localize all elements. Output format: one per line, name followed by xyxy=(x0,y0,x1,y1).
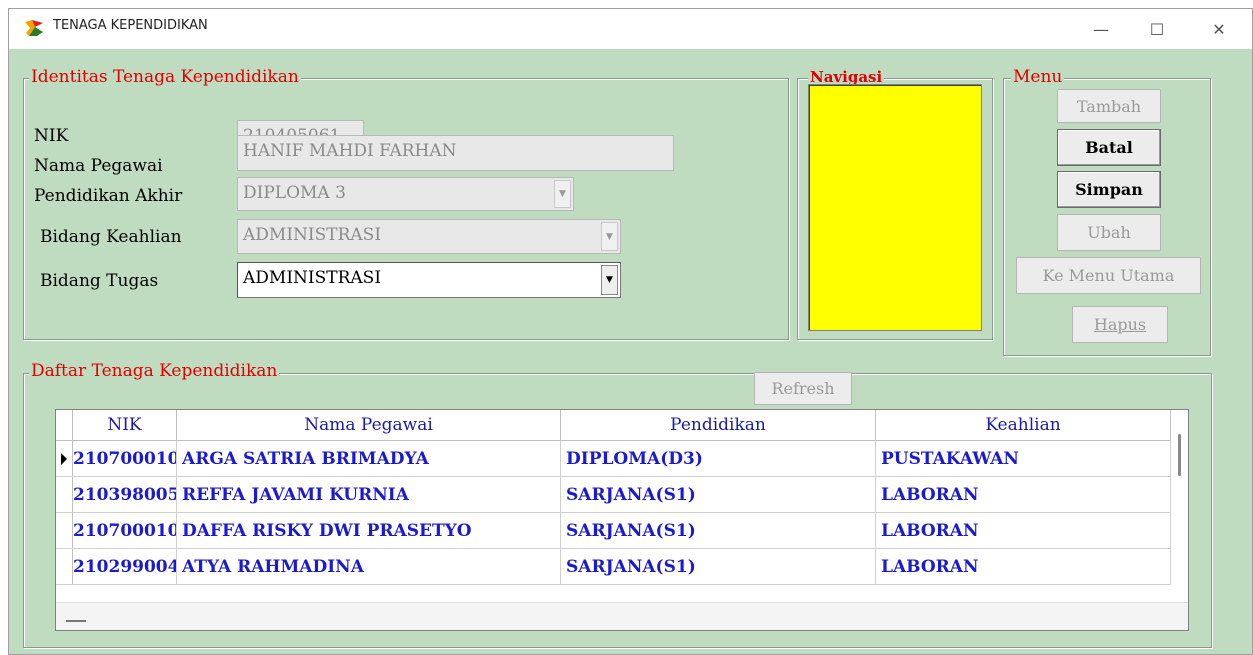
hapus-button[interactable]: Hapus xyxy=(1072,306,1168,343)
table-cell-keahlian[interactable]: LABORAN xyxy=(876,513,1171,549)
horizontal-scrollbar[interactable] xyxy=(56,602,1188,630)
chevron-down-icon[interactable]: ▼ xyxy=(601,222,618,251)
maximize-button[interactable]: ☐ xyxy=(1135,13,1179,45)
row-indicator[interactable] xyxy=(56,549,73,585)
column-header-keahlian[interactable]: Keahlian xyxy=(876,410,1171,441)
minimize-button[interactable]: — xyxy=(1079,13,1123,45)
ubah-button[interactable]: Ubah xyxy=(1057,214,1161,251)
pendidikan-akhir-select[interactable]: DIPLOMA 3 ▼ xyxy=(237,177,574,211)
table-cell-keahlian[interactable]: PUSTAKAWAN xyxy=(876,441,1171,477)
vertical-scrollbar[interactable] xyxy=(1171,410,1188,602)
batal-button[interactable]: Batal xyxy=(1057,129,1161,166)
scrollbar-thumb[interactable] xyxy=(1178,434,1181,476)
row-indicator[interactable] xyxy=(56,513,73,549)
title-bar: TENAGA KEPENDIDIKAN — ☐ ✕ xyxy=(9,9,1252,49)
ke-menu-utama-button[interactable]: Ke Menu Utama xyxy=(1016,257,1201,294)
row-indicator[interactable] xyxy=(56,477,73,513)
table-cell-nama[interactable]: ATYA RAHMADINA xyxy=(177,549,561,585)
column-header-nik[interactable]: NIK xyxy=(73,410,177,441)
nama-pegawai-label: Nama Pegawai xyxy=(34,156,163,176)
menu-group-title: Menu xyxy=(1011,67,1065,87)
table-cell-nik[interactable]: 210700010 xyxy=(73,441,177,477)
nik-label: NIK xyxy=(34,126,69,146)
bidang-tugas-value: ADMINISTRASI xyxy=(243,268,382,288)
chevron-down-icon[interactable]: ▼ xyxy=(554,180,571,208)
nama-pegawai-value: HANIF MAHDI FARHAN xyxy=(243,141,457,161)
current-row-arrow-icon xyxy=(61,453,67,465)
table-cell-nama[interactable]: ARGA SATRIA BRIMADYA xyxy=(177,441,561,477)
bidang-keahlian-select[interactable]: ADMINISTRASI ▼ xyxy=(237,219,621,254)
data-grid[interactable]: NIK Nama Pegawai Pendidikan Keahlian 210… xyxy=(55,409,1189,631)
column-header-nama-pegawai[interactable]: Nama Pegawai xyxy=(177,410,561,441)
column-header-pendidikan[interactable]: Pendidikan xyxy=(561,410,876,441)
bidang-keahlian-label: Bidang Keahlian xyxy=(40,227,182,247)
nama-pegawai-field[interactable]: HANIF MAHDI FARHAN xyxy=(237,135,674,171)
table-cell-nik[interactable]: 210700010 xyxy=(73,513,177,549)
identitas-group-title: Identitas Tenaga Kependidikan xyxy=(29,67,301,87)
scrollbar-thumb[interactable] xyxy=(66,620,86,622)
table-cell-nama[interactable]: DAFFA RISKY DWI PRASETYO xyxy=(177,513,561,549)
pendidikan-akhir-value: DIPLOMA 3 xyxy=(243,183,346,203)
simpan-button[interactable]: Simpan xyxy=(1057,171,1161,208)
row-indicator[interactable] xyxy=(56,441,73,477)
app-window: TENAGA KEPENDIDIKAN — ☐ ✕ Identitas Tena… xyxy=(8,8,1253,655)
bidang-tugas-select[interactable]: ADMINISTRASI ▼ xyxy=(237,262,621,298)
table-cell-pendidikan[interactable]: SARJANA(S1) xyxy=(561,477,876,513)
record-navigator[interactable] xyxy=(808,84,982,331)
table-cell-nama[interactable]: REFFA JAVAMI KURNIA xyxy=(177,477,561,513)
table-cell-keahlian[interactable]: LABORAN xyxy=(876,549,1171,585)
bidang-tugas-label: Bidang Tugas xyxy=(40,271,159,291)
daftar-group-title: Daftar Tenaga Kependidikan xyxy=(29,361,280,381)
bidang-keahlian-value: ADMINISTRASI xyxy=(243,225,382,245)
tambah-button[interactable]: Tambah xyxy=(1057,89,1161,123)
table-cell-nik[interactable]: 210398005 xyxy=(73,477,177,513)
table-cell-pendidikan[interactable]: SARJANA(S1) xyxy=(561,513,876,549)
pendidikan-akhir-label: Pendidikan Akhir xyxy=(34,186,183,206)
window-title: TENAGA KEPENDIDIKAN xyxy=(53,18,208,33)
table-cell-pendidikan[interactable]: DIPLOMA(D3) xyxy=(561,441,876,477)
grid-indicator-header xyxy=(56,410,73,441)
app-icon xyxy=(25,20,43,36)
table-cell-keahlian[interactable]: LABORAN xyxy=(876,477,1171,513)
chevron-down-icon[interactable]: ▼ xyxy=(601,265,618,295)
table-cell-nik[interactable]: 210299004 xyxy=(73,549,177,585)
close-button[interactable]: ✕ xyxy=(1197,13,1241,45)
refresh-button[interactable]: Refresh xyxy=(754,372,852,405)
table-cell-pendidikan[interactable]: SARJANA(S1) xyxy=(561,549,876,585)
